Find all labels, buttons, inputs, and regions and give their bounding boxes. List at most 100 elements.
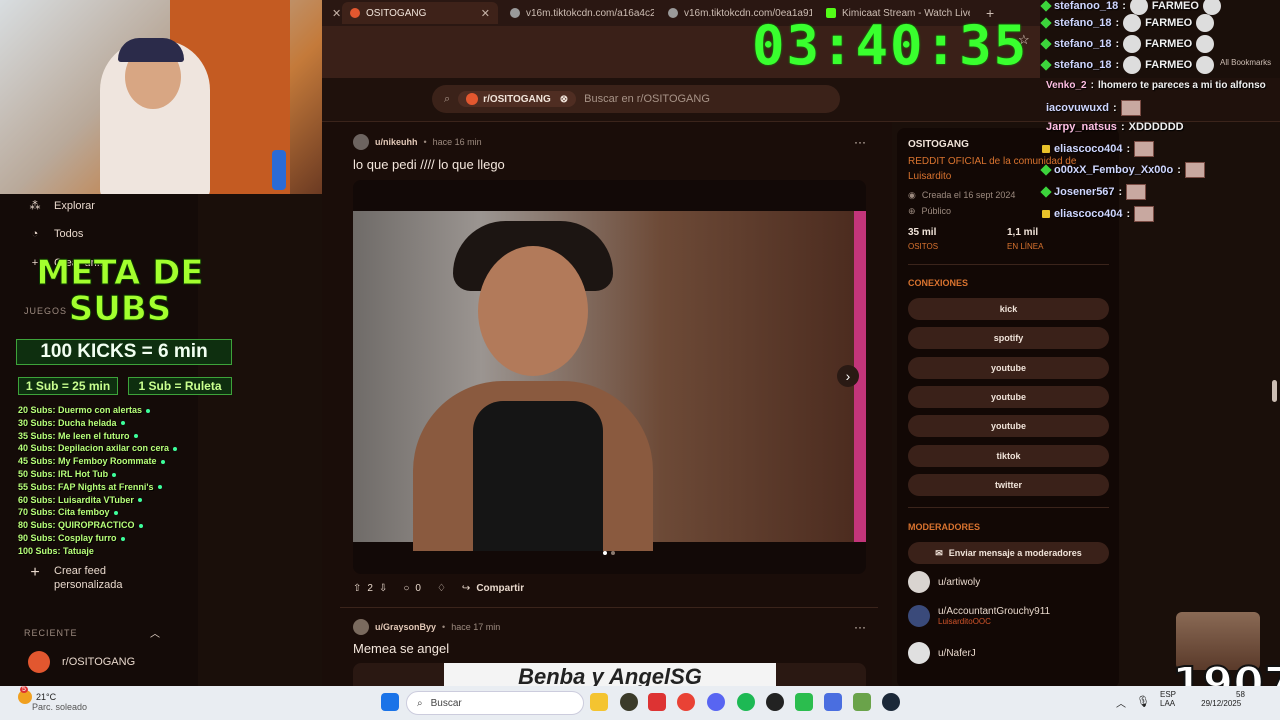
emote-icon: [1184, 162, 1205, 178]
post-author[interactable]: u/nikeuhh: [375, 137, 418, 147]
search-input[interactable]: Buscar en r/OSITOGANG: [584, 93, 710, 105]
app-icon[interactable]: [648, 693, 666, 711]
visibility: ⊕ Público: [908, 206, 952, 216]
goal-item: 90 Subs: Cosplay furro: [18, 532, 198, 545]
skull-emote-icon: [1123, 56, 1142, 74]
moderator-name: u/NaferJ: [938, 647, 976, 659]
discord-icon[interactable]: [707, 693, 725, 711]
app-icon[interactable]: [795, 693, 813, 711]
subreddit-chip[interactable]: r/OSITOGANG ⊗: [458, 91, 577, 107]
downvote-icon[interactable]: ⇩: [379, 583, 387, 594]
connection-youtube[interactable]: youtube: [908, 386, 1109, 408]
explore-icon: ⁂: [29, 200, 41, 212]
chat-message: eliascoco404:: [1042, 141, 1155, 157]
moderator-item[interactable]: u/artiwoly: [908, 571, 980, 593]
connection-youtube[interactable]: youtube: [908, 415, 1109, 437]
tab-ositogang[interactable]: OSITOGANG ✕: [342, 2, 498, 24]
windows-start-icon[interactable]: [381, 693, 399, 711]
chevron-up-icon[interactable]: ︿: [150, 625, 160, 640]
goal-item: 40 Subs: Depilacion axilar con cera: [18, 442, 198, 455]
steam-icon[interactable]: [882, 693, 900, 711]
recent-head: RECIENTE: [24, 628, 78, 638]
sidebar-item-todos[interactable]: ◔ Todos: [28, 228, 84, 240]
search-bar[interactable]: ⌕ r/OSITOGANG ⊗ Buscar en r/OSITOGANG: [432, 85, 840, 113]
chat-message: eliascoco404:: [1042, 206, 1155, 222]
avatar[interactable]: [353, 619, 369, 635]
chrome-icon[interactable]: [677, 693, 695, 711]
members-count: 35 mil: [908, 227, 937, 238]
goal-item: 60 Subs: Luisardita VTuber: [18, 494, 198, 507]
goal-item: 35 Subs: Me leen el futuro: [18, 430, 198, 443]
post-video[interactable]: [353, 211, 866, 551]
chat-message: o00xX_Femboy_Xx00o:: [1040, 162, 1205, 178]
upvote-icon[interactable]: ⇧: [353, 583, 361, 594]
spotify-icon[interactable]: [737, 693, 755, 711]
post-time: hace 16 min: [432, 137, 482, 147]
award-icon: ♢: [436, 583, 446, 594]
vote-group: ⇧ 2 ⇩: [353, 583, 387, 594]
tab-close-left[interactable]: ✕: [324, 2, 340, 24]
share-button[interactable]: ↪ Compartir: [462, 583, 524, 594]
microphone-icon[interactable]: 🎙: [1136, 695, 1150, 708]
sidebar-item-recent-ositogang[interactable]: r/OSITOGANG: [28, 651, 135, 673]
all-bookmarks[interactable]: All Bookmarks: [1220, 58, 1271, 67]
share-icon: ↪: [461, 583, 471, 594]
message-mods-button[interactable]: ✉ Enviar mensaje a moderadores: [908, 542, 1109, 564]
chat-message: stefanoo_18: FARMEO: [1040, 0, 1221, 15]
moderator-item[interactable]: u/AccountantGrouchy911 LuisarditoOOC: [908, 605, 1050, 627]
minecraft-icon[interactable]: [853, 693, 871, 711]
goal-item: 70 Subs: Cita femboy: [18, 506, 198, 519]
taskbar-search-label: Buscar: [430, 697, 462, 709]
obs-icon[interactable]: [766, 693, 784, 711]
post-time: hace 17 min: [451, 622, 501, 632]
connection-tiktok[interactable]: tiktok: [908, 445, 1109, 467]
tray-chevron-icon[interactable]: ︿: [1116, 695, 1126, 710]
more-options-icon[interactable]: ···: [854, 620, 866, 634]
post-2-image[interactable]: Benba y AngelSG: [444, 663, 776, 686]
tray-clock[interactable]: ESP 58 LAA 29/12/2025: [1160, 690, 1245, 708]
webcam-bottle: [272, 150, 286, 190]
file-explorer-icon[interactable]: [590, 693, 608, 711]
award-button[interactable]: ♢: [437, 583, 446, 594]
tab-tiktok-1[interactable]: v16m.tiktokcdn.com/a16a4c2d ✕: [502, 2, 654, 24]
weather-widget[interactable]: 5 21°C Parc. soleado: [18, 686, 87, 712]
tab-label: OSITOGANG: [366, 7, 427, 19]
taskbar-search[interactable]: ⌕ Buscar: [406, 691, 584, 715]
avatar: [908, 605, 930, 627]
avatar: [908, 571, 930, 593]
more-options-icon[interactable]: ···: [854, 135, 866, 149]
community-name: OSITOGANG: [908, 139, 969, 150]
connection-twitter[interactable]: twitter: [908, 474, 1109, 496]
post-author[interactable]: u/GraysonByy: [375, 622, 436, 632]
notepad-icon[interactable]: [824, 693, 842, 711]
avatar[interactable]: [353, 134, 369, 150]
app-icon[interactable]: [620, 693, 638, 711]
sidebar-item-custom-feed[interactable]: + Crear feed personalizada: [28, 564, 134, 592]
comments-button[interactable]: ○ 0: [403, 583, 421, 594]
post-title[interactable]: Memea se angel: [353, 641, 449, 656]
post-title[interactable]: lo que pedi //// lo que llego: [353, 157, 505, 172]
connection-kick[interactable]: kick: [908, 298, 1109, 320]
clear-chip-icon[interactable]: ⊗: [560, 94, 568, 105]
carousel-dots: [603, 551, 615, 555]
connection-youtube[interactable]: youtube: [908, 357, 1109, 379]
moderator-name: u/AccountantGrouchy911: [938, 606, 1051, 617]
reddit-favicon-icon: [350, 8, 360, 18]
sidebar-item-label: Explorar: [54, 199, 95, 212]
windows-taskbar: [0, 686, 1280, 720]
vote-count: 2: [367, 583, 373, 594]
connection-spotify[interactable]: spotify: [908, 327, 1109, 349]
chat-message: stefano_18: FARMEO: [1040, 14, 1215, 32]
sidebar-item-explorar[interactable]: ⁂ Explorar: [28, 199, 95, 213]
scrollbar-thumb[interactable]: [1272, 380, 1277, 402]
goal-item: 45 Subs: My Femboy Roommate: [18, 455, 198, 468]
skull-emote-icon: [1123, 14, 1142, 32]
next-arrow-icon[interactable]: ›: [837, 365, 859, 387]
moderator-item[interactable]: u/NaferJ: [908, 642, 976, 664]
goal-item: 80 Subs: QUIROPRACTICO: [18, 519, 198, 532]
post-actions: ⇧ 2 ⇩ ○ 0 ♢ ↪ Compartir: [353, 583, 524, 594]
close-icon[interactable]: ✕: [481, 7, 490, 20]
chat-message: Josener567:: [1040, 184, 1147, 200]
post-media[interactable]: ›: [353, 180, 866, 574]
sub-roulette: 1 Sub = Ruleta: [128, 377, 232, 395]
